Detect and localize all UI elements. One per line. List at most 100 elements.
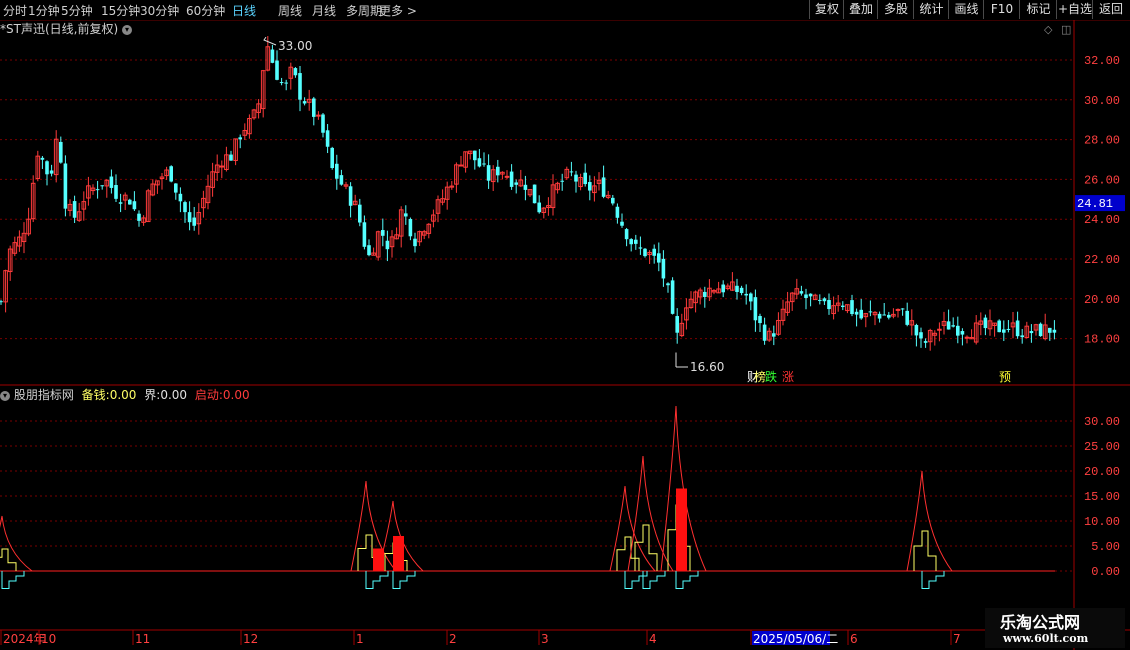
diamond-icon: ◇ (1044, 23, 1053, 36)
candle-body (827, 300, 831, 310)
candle-body (45, 161, 49, 175)
candle-body (735, 285, 739, 292)
indicator-y-tick-label: 10.00 (1084, 515, 1120, 529)
candle-body (1002, 329, 1006, 333)
main-y-tick-label: 26.00 (1084, 173, 1120, 187)
candle-body (1020, 335, 1024, 338)
candle-body (964, 336, 970, 339)
candle-body (0, 301, 3, 303)
cyan-step-series (1, 571, 25, 589)
event-tag: 跌 (765, 369, 777, 384)
candle-body (302, 101, 307, 104)
cyan-step-series (365, 571, 389, 589)
main-y-tick-label: 22.00 (1084, 253, 1120, 267)
candle-body (569, 171, 574, 173)
candle-body (514, 182, 518, 185)
candle-body (841, 305, 845, 308)
candle-body (118, 202, 123, 204)
indicator-red-bar (393, 536, 404, 571)
candle-body (615, 206, 620, 218)
candle-body (238, 137, 242, 140)
main-y-tick-label: 18.00 (1084, 333, 1120, 347)
yellow-step-series (913, 530, 937, 571)
candle-body (312, 98, 316, 117)
candle-body (808, 293, 813, 297)
candle-body (956, 325, 960, 336)
candle-body (703, 291, 707, 297)
candle-body (762, 324, 767, 341)
low-price-label: 16.60 (690, 360, 724, 374)
candle-body (850, 300, 854, 315)
candle-body (588, 182, 592, 191)
candle-body (413, 238, 417, 247)
candle-body (620, 221, 624, 226)
indicator-y-tick-label: 25.00 (1084, 440, 1120, 454)
candle-body (946, 321, 951, 330)
candle-body (348, 186, 353, 206)
candle-body (583, 172, 587, 185)
candle-body (335, 163, 339, 179)
candle-body (643, 248, 647, 257)
cyan-step-series (921, 571, 945, 589)
candle-body (675, 316, 679, 333)
candle-body (560, 180, 564, 182)
x-axis-label: 4 (649, 632, 657, 646)
high-price-label: 33.00 (278, 39, 312, 53)
main-y-tick-label: 24.00 (1084, 213, 1120, 227)
candle-body (385, 240, 390, 250)
indicator-y-tick-label: 20.00 (1084, 465, 1120, 479)
candle-body (509, 171, 514, 187)
candle-body (279, 82, 284, 84)
candle-body (601, 177, 606, 197)
candle-body (128, 199, 132, 205)
candle-body (624, 229, 629, 240)
x-axis-label: 2025/05/06/二 (753, 632, 838, 646)
x-axis-label: 11 (135, 632, 150, 646)
candle-body (330, 147, 334, 169)
candle-body (629, 239, 633, 245)
candle-body (919, 332, 923, 339)
candle-body (486, 165, 491, 181)
candle-body (804, 294, 808, 298)
candle-body (49, 170, 54, 174)
watermark-url: www.60lt.com (1003, 632, 1089, 645)
candle-body (666, 283, 670, 286)
indicator-y-tick-label: 5.00 (1091, 540, 1120, 554)
candle-body (895, 308, 901, 311)
candle-body (408, 218, 413, 237)
main-y-tick-label: 28.00 (1084, 134, 1120, 148)
candle-body (882, 314, 886, 316)
candle-body (960, 331, 965, 335)
x-axis-label: 1 (356, 632, 364, 646)
candle-body (1052, 329, 1057, 333)
main-y-tick-label: 32.00 (1084, 54, 1120, 68)
chart-area[interactable]: 32.00 30.00 28.00 26.00 24.00 22.00 20.00 18.00… (0, 0, 1130, 650)
candle-body (59, 141, 63, 163)
candle-body (325, 130, 330, 147)
candle-body (822, 298, 827, 302)
candle-body (477, 158, 482, 167)
x-axis-label: 10 (41, 632, 56, 646)
candle-body (293, 68, 298, 76)
candle-body (270, 49, 275, 63)
candle-body (739, 287, 744, 294)
candle-body (983, 317, 988, 329)
candle-body (298, 73, 302, 100)
candle-body (178, 193, 183, 202)
candle-body (638, 247, 643, 249)
candle-body (284, 82, 288, 84)
candle-body (854, 311, 859, 315)
candle-body (758, 316, 762, 324)
candle-body (114, 185, 118, 199)
candle-body (95, 189, 100, 191)
main-y-tick-label: 30.00 (1084, 94, 1120, 108)
indicator-series (0, 405, 953, 589)
x-axis-label: 7 (953, 632, 961, 646)
cyan-step-series (624, 571, 648, 589)
candle-body (192, 217, 196, 226)
candle-body (40, 157, 45, 160)
candle-body (137, 213, 141, 221)
candle-body (574, 174, 578, 182)
candle-body (1048, 327, 1052, 333)
cyan-step-series (675, 571, 699, 589)
